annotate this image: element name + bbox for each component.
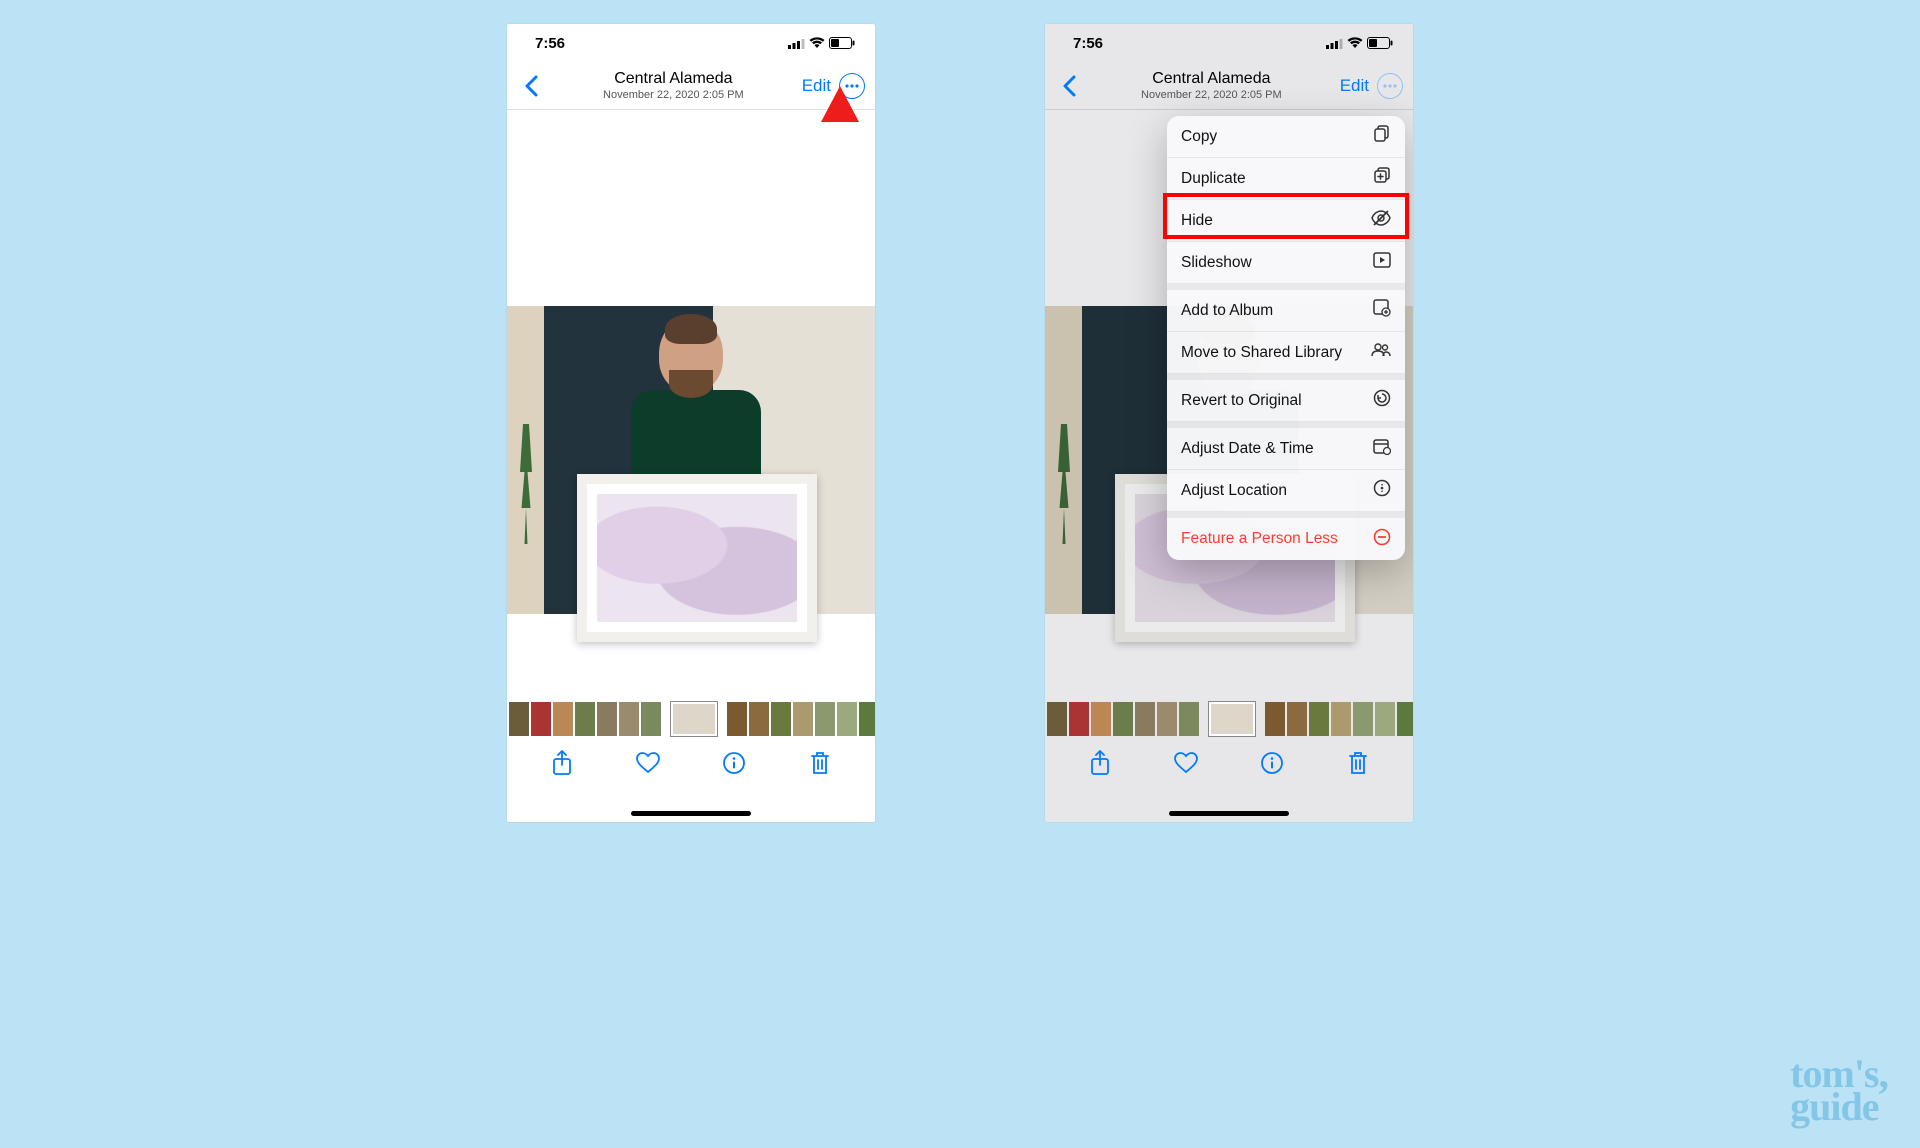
calendar-icon [1373,437,1391,460]
menu-adjust-date[interactable]: Adjust Date & Time [1167,428,1405,470]
home-indicator[interactable] [631,811,751,816]
photo-location: Central Alameda [1083,70,1340,88]
heart-icon [1174,752,1198,774]
menu-copy[interactable]: Copy [1167,116,1405,158]
photo-location: Central Alameda [545,70,802,88]
photo-timestamp: November 22, 2020 2:05 PM [545,89,802,101]
wifi-icon [809,37,825,49]
album-icon [1373,299,1391,322]
info-button[interactable] [721,750,747,776]
status-icons [788,37,855,49]
bottom-toolbar [507,738,875,788]
menu-label: Hide [1181,212,1213,230]
status-time: 7:56 [1073,35,1103,52]
thumbnail-current[interactable] [671,702,717,736]
back-button[interactable] [517,75,545,97]
menu-label: Revert to Original [1181,392,1302,410]
context-menu: Copy Duplicate Hide Slideshow Add to Alb… [1167,116,1405,560]
status-bar: 7:56 [507,24,875,62]
chevron-left-icon [524,75,538,97]
trash-icon [1348,751,1368,775]
ellipsis-icon [1383,84,1397,88]
menu-hide[interactable]: Hide [1167,200,1405,242]
screenshot-left: 7:56 Central Alameda November 22, 2020 2… [507,24,875,822]
nav-header: Central Alameda November 22, 2020 2:05 P… [507,62,875,110]
photo-viewer[interactable] [507,110,875,700]
menu-duplicate[interactable]: Duplicate [1167,158,1405,200]
menu-label: Adjust Location [1181,482,1287,500]
cellular-icon [1326,38,1343,49]
menu-label: Move to Shared Library [1181,344,1342,362]
battery-icon [829,37,855,49]
delete-button[interactable] [1345,750,1371,776]
thumbnail-strip[interactable] [507,700,875,738]
share-button[interactable] [1087,750,1113,776]
cellular-icon [788,38,805,49]
watermark-logo: tom's, guide [1790,1057,1888,1124]
photo-title-block: Central Alameda November 22, 2020 2:05 P… [1083,70,1340,101]
status-icons [1326,37,1393,49]
home-indicator[interactable] [1169,811,1289,816]
people-icon [1371,343,1391,362]
battery-icon [1367,37,1393,49]
menu-label: Slideshow [1181,254,1252,272]
info-button[interactable] [1259,750,1285,776]
menu-move-shared[interactable]: Move to Shared Library [1167,332,1405,374]
menu-label: Adjust Date & Time [1181,440,1314,458]
revert-icon [1373,389,1391,412]
status-time: 7:56 [535,35,565,52]
info-icon [1261,752,1283,774]
photo-title-block: Central Alameda November 22, 2020 2:05 P… [545,70,802,101]
edit-button[interactable]: Edit [1340,76,1369,96]
menu-add-to-album[interactable]: Add to Album [1167,290,1405,332]
thumbnail-strip[interactable] [1045,700,1413,738]
photo-timestamp: November 22, 2020 2:05 PM [1083,89,1340,101]
more-button[interactable] [839,73,865,99]
minus-circle-icon [1373,528,1391,551]
duplicate-icon [1373,167,1391,190]
menu-label: Copy [1181,128,1217,146]
menu-adjust-location[interactable]: Adjust Location [1167,470,1405,512]
hide-icon [1371,210,1391,231]
menu-feature-less[interactable]: Feature a Person Less [1167,518,1405,560]
favorite-button[interactable] [635,750,661,776]
menu-slideshow[interactable]: Slideshow [1167,242,1405,284]
menu-label: Feature a Person Less [1181,530,1338,548]
menu-label: Add to Album [1181,302,1273,320]
edit-button[interactable]: Edit [802,76,831,96]
delete-button[interactable] [807,750,833,776]
status-bar: 7:56 [1045,24,1413,62]
screenshot-right: 7:56 Central Alameda November 22, 2020 2… [1045,24,1413,822]
more-button[interactable] [1377,73,1403,99]
share-icon [552,750,572,776]
info-icon [723,752,745,774]
wifi-icon [1347,37,1363,49]
trash-icon [810,751,830,775]
location-icon [1373,479,1391,502]
heart-icon [636,752,660,774]
favorite-button[interactable] [1173,750,1199,776]
photo-image [507,306,875,614]
play-icon [1373,252,1391,273]
back-button[interactable] [1055,75,1083,97]
ellipsis-icon [845,84,859,88]
menu-revert[interactable]: Revert to Original [1167,380,1405,422]
thumbnail-current[interactable] [1209,702,1255,736]
nav-header: Central Alameda November 22, 2020 2:05 P… [1045,62,1413,110]
share-button[interactable] [549,750,575,776]
share-icon [1090,750,1110,776]
menu-label: Duplicate [1181,170,1246,188]
chevron-left-icon [1062,75,1076,97]
copy-icon [1373,125,1391,148]
bottom-toolbar [1045,738,1413,788]
